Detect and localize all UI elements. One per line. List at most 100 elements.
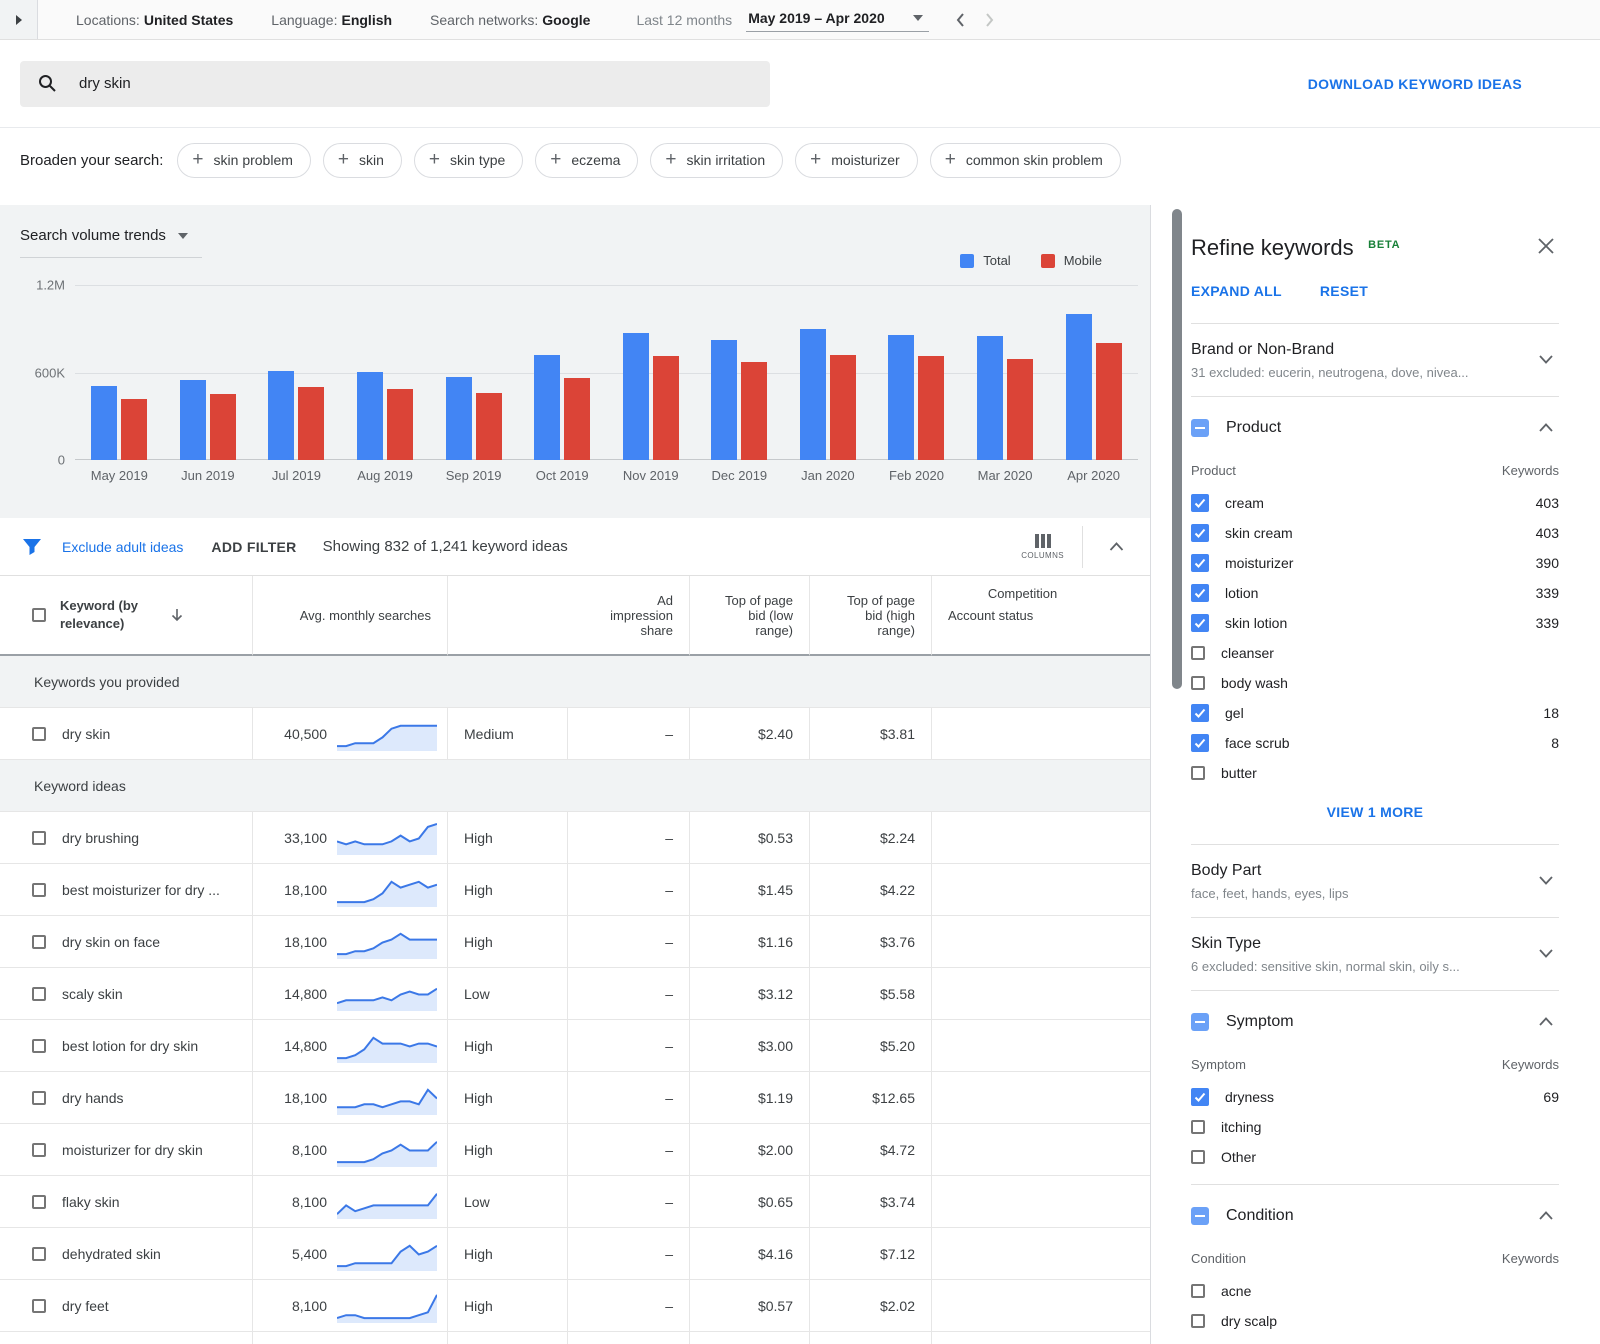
refine-section-symptom: SymptomSymptomKeywordsdryness69itchingOt… [1191,991,1559,1185]
row-checkbox[interactable] [32,1143,46,1157]
expand-all-link[interactable]: EXPAND ALL [1191,283,1282,299]
collapse-table-button[interactable] [1103,532,1138,562]
indeterminate-checkbox[interactable] [1191,1207,1209,1225]
refine-item-skin-cream[interactable]: skin cream403 [1191,518,1559,548]
broaden-chip-skin[interactable]: +skin [323,143,402,178]
sidebar-expand-toggle[interactable] [0,0,38,39]
column-header-7[interactable]: Account status [932,576,1150,656]
refine-item-face-scrub[interactable]: face scrub8 [1191,728,1559,758]
legend-item-mobile[interactable]: Mobile [1041,253,1102,268]
unchecked-checkbox[interactable] [1191,676,1205,690]
unchecked-checkbox[interactable] [1191,1284,1205,1298]
row-checkbox[interactable] [32,883,46,897]
unchecked-checkbox[interactable] [1191,1314,1205,1328]
searches-value: 8,100 [292,1194,327,1210]
expand-section-button[interactable] [1539,351,1553,369]
indeterminate-checkbox[interactable] [1191,1013,1209,1031]
checked-checkbox[interactable] [1191,524,1209,542]
networks-setting[interactable]: Search networks:Google [430,12,590,28]
columns-button[interactable]: COLUMNS [1021,534,1064,560]
select-all-checkbox[interactable] [32,608,46,622]
unchecked-checkbox[interactable] [1191,766,1205,780]
broaden-chip-eczema[interactable]: +eczema [535,143,638,178]
collapse-section-button[interactable] [1539,419,1553,437]
collapse-section-button[interactable] [1539,1207,1553,1225]
row-checkbox[interactable] [32,727,46,741]
checked-checkbox[interactable] [1191,554,1209,572]
checked-checkbox[interactable] [1191,614,1209,632]
checked-checkbox[interactable] [1191,734,1209,752]
refine-section-body-part[interactable]: Body Partface, feet, hands, eyes, lips [1191,845,1559,918]
row-checkbox[interactable] [32,1039,46,1053]
row-checkbox[interactable] [32,987,46,1001]
row-checkbox[interactable] [32,935,46,949]
keyword-cell: flaky skin [0,1176,253,1228]
checked-checkbox[interactable] [1191,1088,1209,1106]
expand-section-button[interactable] [1539,945,1553,963]
refine-section-skin-type[interactable]: Skin Type6 excluded: sensitive skin, nor… [1191,918,1559,991]
broaden-chip-skin-irritation[interactable]: +skin irritation [650,143,783,178]
refine-item-body-wash[interactable]: body wash [1191,668,1559,698]
indeterminate-checkbox[interactable] [1191,419,1209,437]
refine-item-butter[interactable]: butter [1191,758,1559,788]
broaden-chip-skin-problem[interactable]: +skin problem [177,143,310,178]
broaden-chip-common-skin-problem[interactable]: +common skin problem [930,143,1121,178]
refine-item-moisturizer[interactable]: moisturizer390 [1191,548,1559,578]
refine-section-brand-or-non-brand[interactable]: Brand or Non-Brand31 excluded: eucerin, … [1191,324,1559,397]
download-keyword-ideas-button[interactable]: DOWNLOAD KEYWORD IDEAS [1308,76,1522,92]
trend-sparkline [337,976,437,1012]
add-filter-button[interactable]: ADD FILTER [211,539,296,555]
locations-setting[interactable]: Locations:United States [76,12,233,28]
column-header-6[interactable]: Top of page bid (high range) [810,576,932,656]
checked-checkbox[interactable] [1191,704,1209,722]
checked-checkbox[interactable] [1191,494,1209,512]
refine-item-skin-lotion[interactable]: skin lotion339 [1191,608,1559,638]
section-header-product[interactable]: Product [1191,415,1559,441]
keyword-search-input[interactable]: dry skin [20,61,770,107]
column-header-1[interactable]: Keyword (by relevance) [0,576,253,656]
unchecked-checkbox[interactable] [1191,1120,1205,1134]
x-tick-label: Jan 2020 [784,468,873,483]
row-checkbox[interactable] [32,1195,46,1209]
chip-label: skin problem [214,152,293,168]
refine-item-acne[interactable]: acne [1191,1276,1559,1306]
previous-period-button[interactable] [955,12,965,28]
collapse-section-button[interactable] [1539,1013,1553,1031]
legend-item-total[interactable]: Total [960,253,1010,268]
view-more-link[interactable]: VIEW 1 MORE [1191,804,1559,820]
panel-scrollbar[interactable] [1172,209,1182,689]
refine-item-cleanser[interactable]: cleanser [1191,638,1559,668]
next-period-button[interactable] [985,12,995,28]
column-header-5[interactable]: Top of page bid (low range) [690,576,810,656]
refine-item-Other[interactable]: Other [1191,1142,1559,1172]
refine-item-dryness[interactable]: dryness69 [1191,1082,1559,1112]
refine-item-lotion[interactable]: lotion339 [1191,578,1559,608]
row-checkbox[interactable] [32,831,46,845]
unchecked-checkbox[interactable] [1191,1150,1205,1164]
list-column-label: Product [1191,463,1236,478]
row-checkbox[interactable] [32,1247,46,1261]
keyword-table: Keyword (by relevance)Avg. monthly searc… [0,576,1150,1344]
refine-item-dry-scalp[interactable]: dry scalp [1191,1306,1559,1336]
reset-link[interactable]: RESET [1320,283,1368,299]
refine-item-gel[interactable]: gel18 [1191,698,1559,728]
section-header-symptom[interactable]: Symptom [1191,1009,1559,1035]
broaden-chip-skin-type[interactable]: +skin type [414,143,523,178]
close-panel-button[interactable] [1537,237,1555,260]
language-setting[interactable]: Language:English [271,12,392,28]
account-status-cell [932,916,1150,968]
exclude-adult-ideas-link[interactable]: Exclude adult ideas [62,539,183,555]
unchecked-checkbox[interactable] [1191,646,1205,660]
date-range-picker[interactable]: May 2019 – Apr 2020 [746,7,928,32]
expand-section-button[interactable] [1539,872,1553,890]
column-header-4[interactable]: Ad impression share [568,576,690,656]
row-checkbox[interactable] [32,1299,46,1313]
chart-type-dropdown[interactable]: Search volume trends [20,227,202,258]
row-checkbox[interactable] [32,1091,46,1105]
column-header-2[interactable]: Avg. monthly searches [253,576,448,656]
section-header-condition[interactable]: Condition [1191,1203,1559,1229]
refine-item-itching[interactable]: itching [1191,1112,1559,1142]
checked-checkbox[interactable] [1191,584,1209,602]
broaden-chip-moisturizer[interactable]: +moisturizer [795,143,918,178]
refine-item-cream[interactable]: cream403 [1191,488,1559,518]
